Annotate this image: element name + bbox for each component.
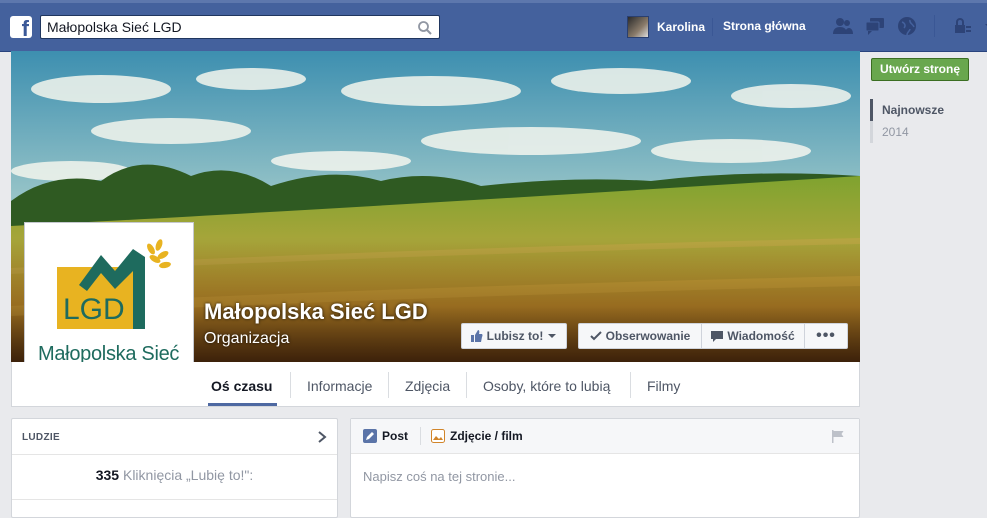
tab-info[interactable]: Informacje	[307, 378, 372, 394]
lgd-logo-mark-icon: LGD	[57, 239, 171, 329]
likes-count-row[interactable]: 335 Kliknięcia „Lubię to!":	[12, 467, 337, 483]
search-box[interactable]	[40, 15, 440, 39]
logo-mark-text: LGD	[63, 293, 125, 326]
active-tab-indicator	[208, 403, 277, 406]
like-button[interactable]: Lubisz to!	[461, 323, 567, 349]
top-navigation-bar: f Karolina Strona główna	[0, 0, 987, 52]
checkmark-icon	[589, 331, 602, 341]
likes-label: Kliknięcia „Lubię to!":	[122, 467, 254, 483]
flag-icon[interactable]	[831, 430, 845, 443]
topbar-stripe	[0, 0, 987, 3]
message-button-label: Wiadomość	[727, 329, 795, 343]
timeline-years: Najnowsze 2014	[870, 99, 944, 143]
speech-bubble-icon	[711, 331, 724, 342]
privacy-lock-icon[interactable]	[951, 15, 973, 37]
user-name: Karolina	[657, 20, 706, 34]
page-title[interactable]: Małopolska Sieć LGD	[204, 299, 428, 325]
account-menu-chevron-down-icon[interactable]	[983, 15, 987, 37]
tab-divider	[466, 372, 467, 398]
tab-photos[interactable]: Zdjęcia	[405, 378, 450, 394]
people-title: LUDZIE	[22, 432, 60, 443]
search-icon[interactable]	[417, 20, 433, 36]
nav-divider	[934, 15, 935, 37]
tab-divider	[420, 427, 421, 445]
tab-timeline[interactable]: Oś czasu	[211, 378, 272, 394]
composer-tab-post[interactable]: Post	[363, 429, 408, 443]
year-link-latest[interactable]: Najnowsze	[870, 99, 944, 121]
tab-divider	[290, 372, 291, 398]
composer-tab-photo-video[interactable]: Zdjęcie / film	[431, 429, 523, 443]
likes-count: 335	[95, 467, 120, 483]
composer-tab-photo-label: Zdjęcie / film	[450, 429, 523, 443]
messages-icon[interactable]	[864, 15, 886, 37]
create-page-button[interactable]: Utwórz stronę	[871, 58, 969, 81]
message-button[interactable]: Wiadomość	[702, 323, 805, 349]
more-options-button[interactable]: •••	[805, 323, 848, 349]
home-link[interactable]: Strona główna	[723, 19, 806, 33]
divider	[12, 499, 337, 500]
chevron-right-icon[interactable]	[317, 431, 327, 443]
tab-likes[interactable]: Osoby, które to lubią	[483, 378, 610, 394]
people-header[interactable]: LUDZIE	[12, 419, 337, 455]
page-tabs: Oś czasu Informacje Zdjęcia Osoby, które…	[11, 362, 860, 407]
thumbs-up-icon	[470, 330, 483, 342]
year-link-2014[interactable]: 2014	[870, 121, 944, 143]
avatar	[627, 16, 649, 38]
tab-divider	[388, 372, 389, 398]
user-profile-link[interactable]: Karolina	[627, 16, 705, 38]
composer-input[interactable]: Napisz coś na tej stronie...	[363, 469, 515, 484]
tab-divider	[630, 372, 631, 398]
composer-tabs: Post Zdjęcie / film	[351, 419, 859, 454]
search-input[interactable]	[41, 16, 411, 38]
post-composer: Post Zdjęcie / film Napisz coś na tej st…	[350, 418, 860, 518]
tab-videos[interactable]: Filmy	[647, 378, 680, 394]
facebook-logo-icon[interactable]: f	[10, 16, 32, 38]
composer-tab-post-label: Post	[382, 429, 409, 443]
follow-button-label: Obserwowanie	[605, 329, 691, 343]
nav-divider	[712, 18, 713, 36]
nav-icon-group	[832, 15, 987, 37]
photo-icon	[431, 429, 445, 443]
pencil-icon	[363, 429, 377, 443]
follow-button[interactable]: Obserwowanie	[578, 323, 702, 349]
page-category[interactable]: Organizacja	[204, 330, 289, 348]
people-section: LUDZIE 335 Kliknięcia „Lubię to!":	[11, 418, 338, 518]
notifications-globe-icon[interactable]	[896, 15, 918, 37]
friend-requests-icon[interactable]	[832, 15, 854, 37]
chevron-down-icon	[548, 334, 557, 338]
like-button-label: Lubisz to!	[486, 329, 544, 343]
